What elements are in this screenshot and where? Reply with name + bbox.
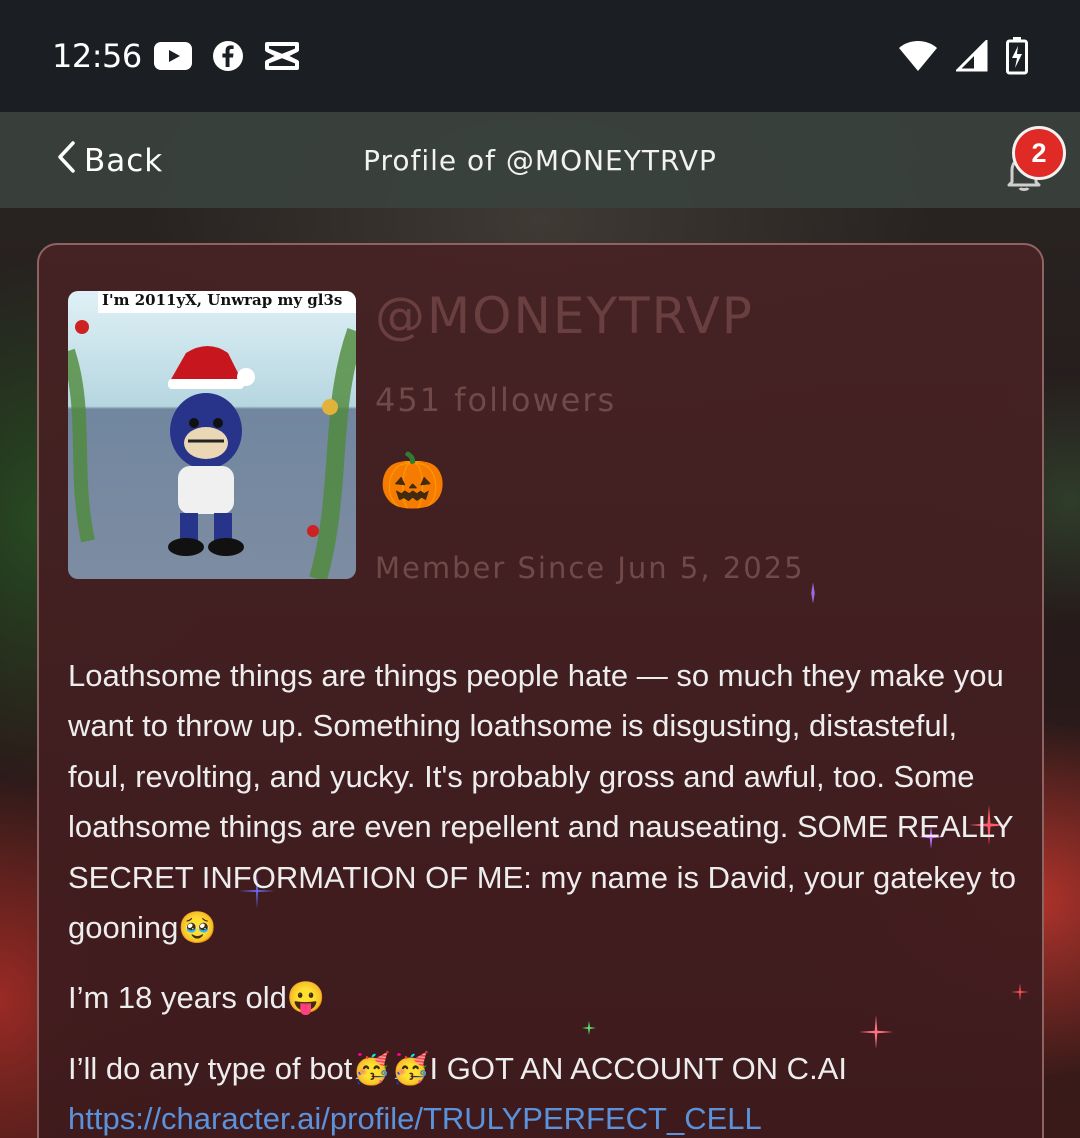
bio-paragraph: Loathsome things are things people hate … [68,658,1017,946]
sparkle-icon [811,582,815,604]
youtube-icon [153,42,192,70]
battery-charging-icon [1006,37,1028,75]
notification-badge: 2 [1012,126,1066,180]
status-bar: 12:56 [0,0,1080,112]
follower-count: 451 followers [375,381,617,419]
profile-bio: Loathsome things are things people hate … [68,651,1018,1138]
avatar: I'm 2011yX, Unwrap my gl3s [68,291,356,579]
avatar-illustration [68,320,356,579]
page-title: Profile of @MONEYTRVP [363,144,717,177]
bio-paragraph: I’m 18 years old😛 [68,980,326,1016]
bio-text: I’ll do any type of bot🥳🥳I GOT AN ACCOUN… [68,1050,847,1086]
member-since: Member Since Jun 5, 2025 [375,551,805,585]
bio-paragraph: I’ll do any type of bot🥳🥳I GOT AN ACCOUN… [68,1044,1018,1138]
profile-handle: @MONEYTRVP [375,287,754,345]
capcut-icon [264,41,300,71]
profile-emoji: 🎃 [379,451,447,511]
status-time: 12:56 [52,37,142,75]
top-nav-bar: Back Profile of @MONEYTRVP 2 [0,112,1080,208]
profile-link[interactable]: https://character.ai/profile/TRULYPERFEC… [68,1101,762,1136]
notifications-button[interactable]: 2 [1000,122,1070,202]
profile-card: I'm 2011yX, Unwrap my gl3s @MONEYTRVP 45… [37,243,1044,1138]
facebook-icon [212,40,244,72]
wifi-icon [898,40,938,72]
signal-icon [956,40,988,72]
